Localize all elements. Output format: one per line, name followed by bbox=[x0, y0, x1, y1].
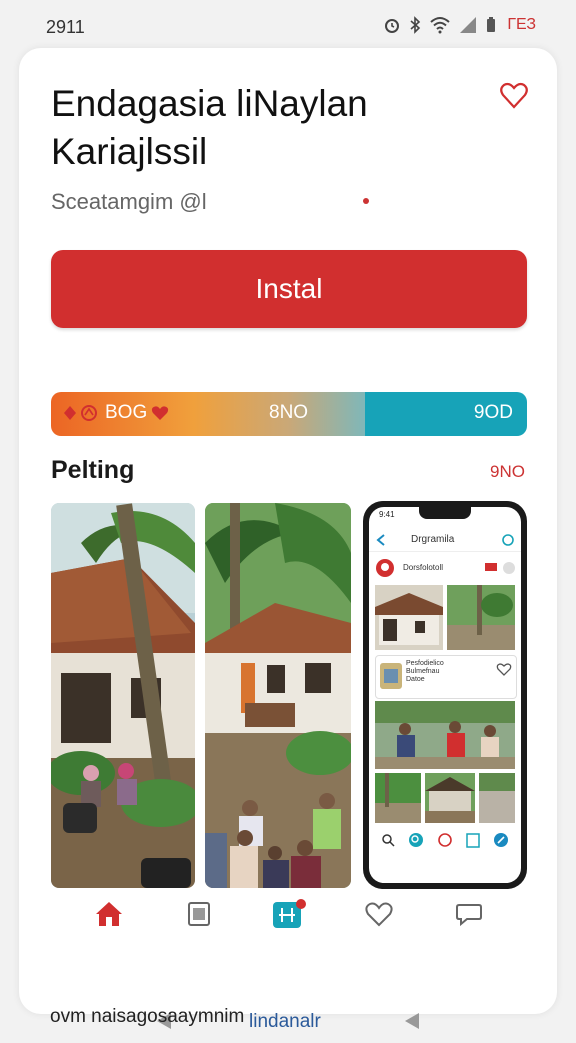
phone-row-text: Dorsfolotoll bbox=[403, 563, 444, 572]
status-bar: 2911 ГЕЗ bbox=[0, 0, 576, 50]
phone-title: Drgramila bbox=[411, 534, 455, 545]
phone-nav bbox=[375, 827, 515, 853]
app-title: Endagasia liNaylan Kariajlssil bbox=[51, 83, 368, 172]
phone-row: Dorsfolotoll bbox=[375, 557, 515, 579]
battery-text: ГЕЗ bbox=[507, 16, 536, 33]
phone-image-garden bbox=[447, 585, 515, 650]
status-icons: ГЕЗ bbox=[383, 16, 536, 34]
phone-header: Drgramila bbox=[369, 529, 521, 552]
phone-screen: 9:41 Drgramila Dorsfolotoll Pesfodielico… bbox=[369, 507, 521, 883]
chat-icon bbox=[456, 904, 482, 927]
app-details-card: Endagasia liNaylan Kariajlssil Sceatamgi… bbox=[19, 48, 557, 1032]
phone-card-text: Pesfodielico Bulmefnau Datoe bbox=[406, 660, 444, 683]
village-photo-1 bbox=[51, 503, 195, 888]
phone-avatar-icon bbox=[376, 559, 394, 577]
phone-status-time: 9:41 bbox=[379, 510, 395, 519]
phone-nav-edit-icon bbox=[493, 833, 508, 847]
back-right-icon[interactable] bbox=[402, 1011, 422, 1031]
phone-image-yard bbox=[375, 773, 421, 823]
phone-image-people bbox=[375, 701, 515, 769]
nav-wishlist[interactable] bbox=[361, 896, 397, 932]
phone-image-house bbox=[375, 585, 443, 650]
separator-dot bbox=[363, 198, 369, 204]
phone-nav-search-icon bbox=[382, 834, 395, 847]
age-stat: 9OD bbox=[473, 402, 513, 423]
developer-name[interactable]: Sceatamgim @l bbox=[51, 189, 207, 215]
wifi-icon bbox=[430, 17, 451, 34]
screenshots-title: Pelting bbox=[51, 456, 135, 484]
alarm-icon bbox=[385, 19, 400, 33]
updates-icon bbox=[273, 899, 306, 928]
install-button[interactable]: Instal bbox=[51, 250, 527, 328]
phone-refresh-icon bbox=[502, 534, 514, 546]
phone-flag-icon bbox=[485, 562, 515, 574]
phone-thumb-icon bbox=[380, 663, 402, 689]
footer-text: ovm naisagosaaymnim bbox=[50, 1006, 245, 1027]
phone-image-pavilion bbox=[425, 773, 475, 823]
rating-value: BOG bbox=[105, 402, 148, 423]
phone-notch bbox=[419, 507, 471, 519]
rating-stat: BOG bbox=[61, 402, 169, 424]
screenshots-more-link[interactable]: 9NO bbox=[490, 462, 525, 482]
nav-home[interactable] bbox=[91, 896, 127, 932]
screenshot-village-2[interactable] bbox=[205, 503, 351, 888]
screenshot-village-1[interactable] bbox=[51, 503, 195, 888]
bottom-label[interactable]: lindanalr bbox=[249, 1011, 321, 1033]
phone-nav-refresh-icon bbox=[438, 833, 452, 847]
wishlist-heart-icon[interactable] bbox=[497, 78, 531, 112]
apps-icon bbox=[188, 902, 210, 926]
nav-apps[interactable] bbox=[181, 896, 217, 932]
status-time: 2911 bbox=[46, 17, 85, 37]
rating-icon bbox=[64, 405, 97, 421]
heart-icon bbox=[152, 406, 169, 420]
wishlist-icon bbox=[365, 902, 393, 927]
phone-image-path bbox=[479, 773, 515, 823]
phone-nav-search2-icon bbox=[409, 833, 424, 847]
phone-card-heart-icon bbox=[496, 663, 512, 676]
bluetooth-icon bbox=[410, 16, 421, 34]
village-photo-2 bbox=[205, 503, 351, 888]
signal-icon bbox=[460, 17, 477, 33]
screenshot-phone-mockup[interactable]: 9:41 Drgramila Dorsfolotoll Pesfodielico… bbox=[363, 501, 527, 889]
nav-chat[interactable] bbox=[451, 896, 487, 932]
bottom-navigation bbox=[51, 890, 527, 938]
downloads-stat: 8NO bbox=[269, 402, 309, 423]
stats-bar: BOG 8NO 9OD bbox=[51, 392, 527, 436]
phone-nav-clipboard-icon bbox=[466, 833, 480, 848]
phone-info-card: Pesfodielico Bulmefnau Datoe bbox=[375, 655, 517, 699]
phone-back-icon bbox=[376, 534, 385, 546]
home-icon bbox=[96, 902, 122, 926]
nav-updates[interactable] bbox=[271, 896, 307, 932]
battery-icon bbox=[487, 17, 496, 32]
